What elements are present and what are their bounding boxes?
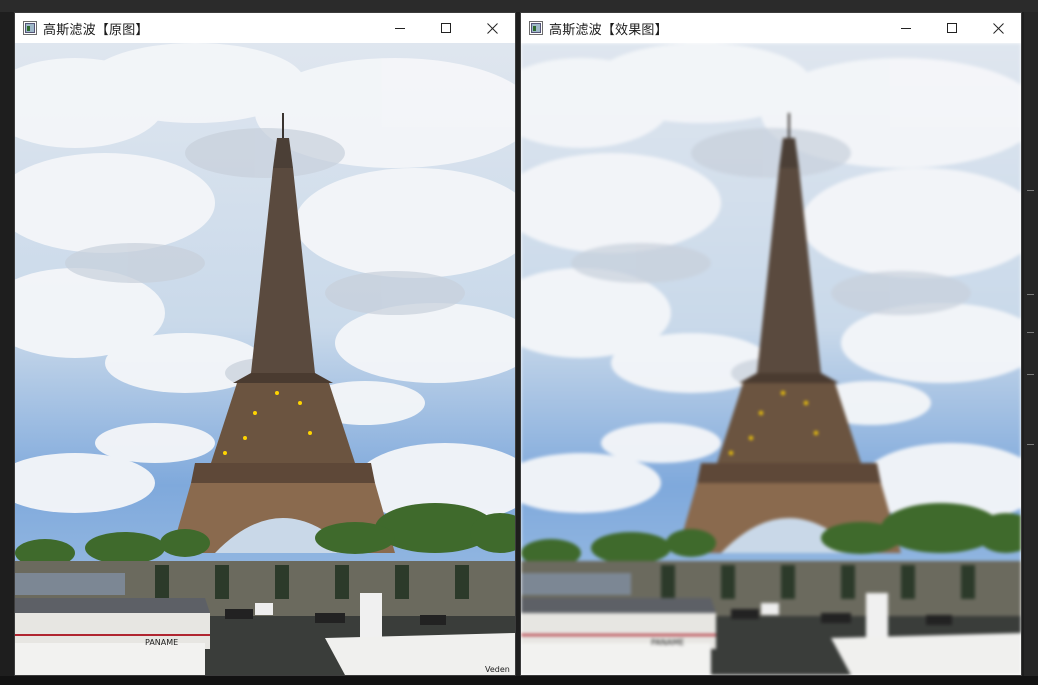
app-window-icon <box>23 21 37 35</box>
minimize-button[interactable] <box>883 13 929 43</box>
minimize-icon <box>901 28 911 29</box>
maximize-button[interactable] <box>929 13 975 43</box>
boat-name-text: PANAME <box>145 638 178 647</box>
maximize-button[interactable] <box>423 13 469 43</box>
desktop-top-strip <box>0 0 1038 12</box>
image-canvas[interactable]: PANAME Veden <box>15 43 515 675</box>
maximize-icon <box>947 23 957 33</box>
image-canvas[interactable]: PANAME <box>521 43 1021 675</box>
close-button[interactable] <box>975 13 1021 43</box>
taskbar-edge <box>0 676 1038 685</box>
background-app-edge <box>1024 12 1038 685</box>
minimize-icon <box>395 28 405 29</box>
eiffel-tower-image: PANAME Veden <box>15 43 515 675</box>
window-original[interactable]: 高斯滤波【原图】 PANAME Veden <box>14 12 516 676</box>
window-title: 高斯滤波【原图】 <box>43 22 149 38</box>
app-window-icon <box>529 21 543 35</box>
boat2-text: Veden <box>485 665 510 674</box>
maximize-icon <box>441 23 451 33</box>
boat-name-text: PANAME <box>651 638 684 647</box>
eiffel-tower-image-blurred: PANAME <box>521 43 1021 675</box>
window-blurred[interactable]: 高斯滤波【效果图】 PANAME <box>520 12 1022 676</box>
close-icon <box>992 22 1004 34</box>
window-title: 高斯滤波【效果图】 <box>549 22 668 38</box>
close-icon <box>486 22 498 34</box>
minimize-button[interactable] <box>377 13 423 43</box>
title-bar[interactable]: 高斯滤波【原图】 <box>15 13 515 43</box>
title-bar[interactable]: 高斯滤波【效果图】 <box>521 13 1021 43</box>
close-button[interactable] <box>469 13 515 43</box>
